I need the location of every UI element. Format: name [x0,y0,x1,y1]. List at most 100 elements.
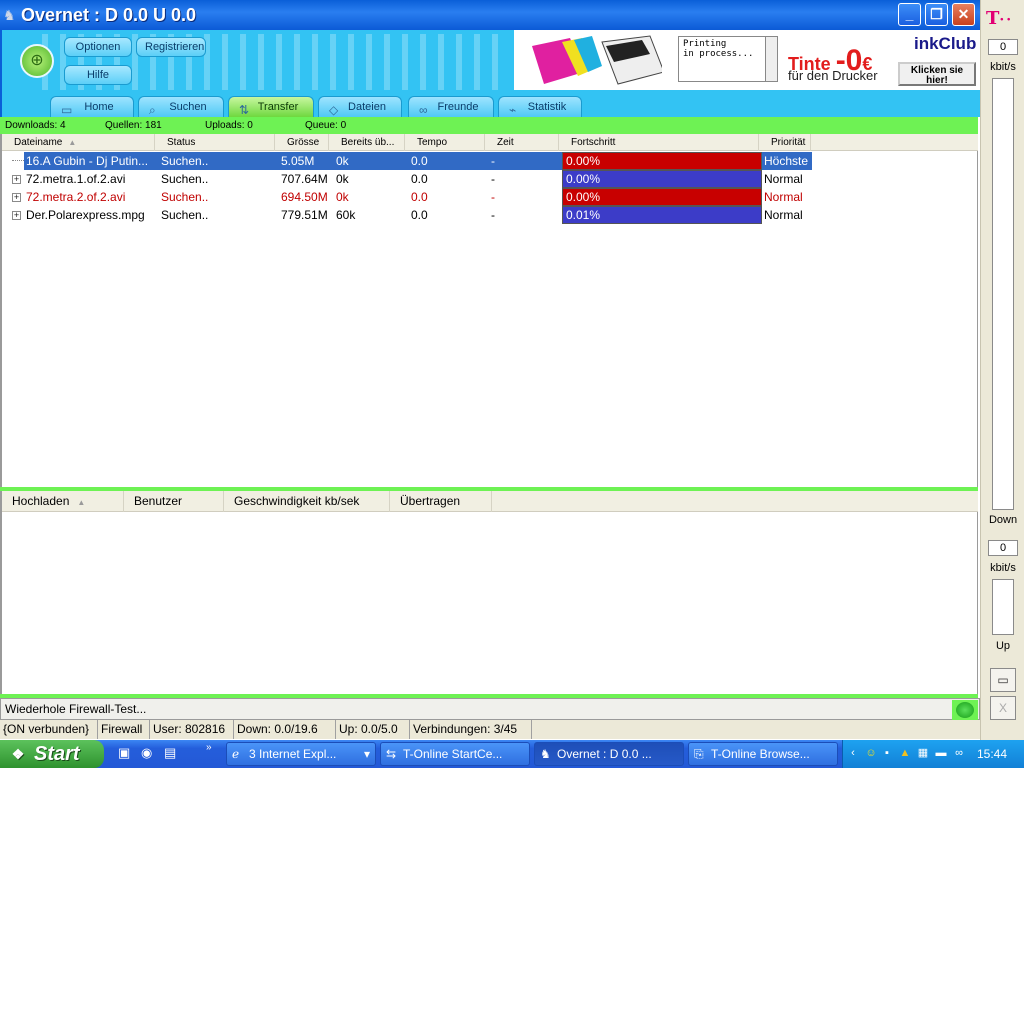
task-t-online-startcenter[interactable]: ⇆ T-Online StartCe... [380,742,530,766]
download-row[interactable]: +72.metra.1.of.2.avi Suchen.. 707.64M 0k 0.0… [2,170,978,188]
ad-click-button[interactable]: Klicken sie hier! [898,62,976,86]
down-speed-unit: kbit/s [990,61,1016,73]
row-size: 707.64M [281,172,328,186]
transfer-stats-bar: Downloads: 4 Quellen: 181 Uploads: 0 Que… [0,117,978,134]
column-size[interactable]: Grösse [275,134,329,151]
progress-bar: 0.01% [562,206,762,224]
up-speed-unit: kbit/s [990,562,1016,574]
tab-search[interactable]: ⌕ Suchen [138,96,224,117]
clock: 15:44 [977,747,1008,761]
column-upload-speed[interactable]: Geschwindigkeit kb/sek [224,491,390,512]
column-transferred[interactable]: Bereits üb... [329,134,405,151]
down-rate: Down: 0.0/19.6 [234,720,336,739]
register-button[interactable]: Registrieren [136,37,206,57]
quicklaunch-app-icon[interactable]: ▣ [118,745,130,761]
tray-warning-icon[interactable]: ▲ [898,746,912,760]
tab-label: Statistik [527,101,567,113]
download-row[interactable]: 16.A Gubin - Dj Putin... Suchen.. 5.05M 0k 0… [2,152,978,170]
row-filename: 16.A Gubin - Dj Putin... [24,152,159,170]
connections-count: Verbindungen: 3/45 [410,720,532,739]
uploads-list[interactable]: Hochladen ▲ Benutzer Geschwindigkeit kb/s… [0,491,978,695]
column-progress[interactable]: Fortschritt [559,134,759,151]
quicklaunch-printer-icon[interactable]: ▤ [164,745,176,761]
task-overnet[interactable]: ♞ Overnet : D 0.0 ... [534,742,684,766]
tray-network-icon[interactable]: ▪ [880,746,894,760]
row-transferred: 0k [336,172,349,186]
inkclub-ad-banner[interactable]: Printing in process... Tinte -0€ für den… [514,30,980,90]
quicklaunch-more-icon[interactable]: » [206,742,212,753]
downloads-list[interactable]: Dateiname ▲ Status Grösse Bereits üb... T… [0,134,978,488]
column-user[interactable]: Benutzer [124,491,224,512]
start-label: Start [34,743,80,765]
tree-line-icon [12,160,24,161]
row-speed: 0.0 [409,152,489,170]
ink-cartridge-icon [532,35,662,85]
overnet-icon: ♞ [540,747,551,761]
tab-statistics[interactable]: ⌁ Statistik [498,96,582,117]
expand-icon[interactable]: + [12,193,21,202]
help-button[interactable]: Hilfe [64,65,132,85]
column-priority[interactable]: Priorität [759,134,811,151]
expand-icon[interactable]: + [12,211,21,220]
restore-button[interactable]: ❐ [925,3,948,26]
options-button[interactable]: Optionen [64,37,132,57]
quicklaunch-browser-icon[interactable]: ◉ [141,745,152,761]
status-dot-icon [956,702,974,718]
up-rate: Up: 0.0/5.0 [336,720,410,739]
row-filename: 72.metra.1.of.2.avi [26,172,126,186]
connection-status: {ON verbunden} [0,720,98,739]
row-filename: 72.metra.2.of.2.avi [26,190,126,204]
tray-tape-icon[interactable]: ∞ [952,746,966,760]
column-uploaded[interactable]: Übertragen [390,491,492,512]
tab-label: Suchen [169,101,207,113]
down-speed-meter [992,78,1014,510]
inkclub-logo: inkClub [914,34,977,53]
down-label: Down [988,514,1018,526]
status-bar: {ON verbunden} Firewall User: 802816 Dow… [0,720,980,739]
tray-expand-icon[interactable]: ‹ [846,746,860,760]
tab-files[interactable]: ◇ Dateien [318,96,402,117]
column-filename[interactable]: Dateiname ▲ [2,134,155,151]
start-button[interactable]: ❖ Start [0,740,104,768]
tray-smiley-icon[interactable]: ☺ [864,746,878,760]
minimize-button[interactable]: _ [898,3,921,26]
row-transferred: 0k [336,190,349,204]
column-speed[interactable]: Tempo [405,134,485,151]
row-priority: Normal [764,208,803,222]
tab-transfer[interactable]: ⇅ Transfer [228,96,314,117]
printing-status-box: Printing in process... [678,36,778,82]
column-status[interactable]: Status [155,134,275,151]
printing-status-text: Printing in process... [683,39,754,59]
row-time: - [489,152,562,170]
close-button[interactable]: ✕ [952,3,975,26]
tray-display-icon[interactable]: ▬ [934,746,948,760]
ad-subline: für den Drucker [788,68,878,83]
task-internet-explorer[interactable]: ℯ 3 Internet Expl... ▾ [226,742,376,766]
overnet-app-icon[interactable]: ♞ [3,7,19,23]
uploads-column-headers: Hochladen ▲ Benutzer Geschwindigkeit kb/s… [2,491,978,512]
tab-friends[interactable]: ∞ Freunde [408,96,494,117]
window-icon-button[interactable]: ▭ [990,668,1016,692]
tab-label: Freunde [437,101,479,113]
down-speed-value: 0 [988,39,1018,55]
column-time[interactable]: Zeit [485,134,559,151]
task-t-online-browser[interactable]: ⎘ T-Online Browse... [688,742,838,766]
printing-scrollbar[interactable] [765,37,777,81]
download-row[interactable]: + Der.Polarexpress.mpg Suchen.. 779.51M 60k 0… [2,206,978,224]
row-transferred: 60k [336,208,356,222]
x-icon-button[interactable]: X [990,696,1016,720]
row-speed: 0.0 [411,208,428,222]
download-row[interactable]: +72.metra.2.of.2.avi Suchen.. 694.50M 0k 0.0… [2,188,978,206]
system-tray: ‹ ☺ ▪ ▲ ▦ ▬ ∞ 15:44 [842,740,1024,768]
column-upload[interactable]: Hochladen ▲ [2,491,124,512]
tab-home[interactable]: ▭ Home [50,96,134,117]
t-online-logo-icon: T·· [986,8,1014,29]
title-bar[interactable]: ♞ Overnet : D 0.0 U 0.0 _ ❐ ✕ [0,0,980,30]
row-transferred: 0k [334,152,409,170]
group-dropdown-icon: ▾ [363,747,370,761]
row-status: Suchen.. [159,152,279,170]
expand-icon[interactable]: + [12,175,21,184]
ie-icon: ℯ [232,747,240,761]
tray-flag-icon[interactable]: ▦ [916,746,930,760]
firewall-status-text: Wiederhole Firewall-Test... [5,702,147,716]
